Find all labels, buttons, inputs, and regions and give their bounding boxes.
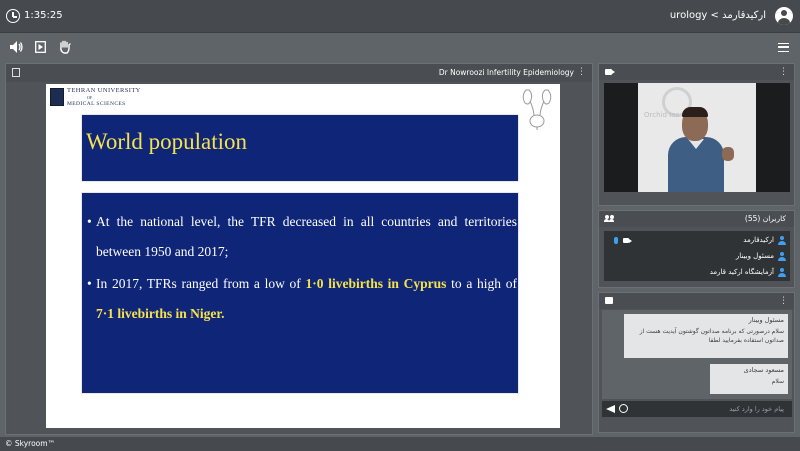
urology-kidney-icon — [522, 89, 552, 130]
video-camera-icon — [605, 69, 615, 75]
user-account-icon[interactable] — [775, 7, 793, 25]
message-sender: مسئول وبینار — [748, 316, 784, 324]
raise-hand-icon[interactable] — [59, 40, 71, 54]
users-panel: کاربران (55) ارکیدقارمد مسئول وبینار آزم… — [598, 210, 795, 288]
speaker-icon[interactable] — [10, 41, 23, 53]
chat-messages[interactable]: مسئول وبینار سلام درصورتی که برنامه صدات… — [602, 310, 792, 399]
session-timer: 1:35:25 — [24, 10, 63, 21]
clock-icon — [6, 9, 20, 23]
toolbar — [0, 34, 800, 62]
chat-panel: ⋮ مسئول وبینار سلام درصورتی که برنامه صد… — [598, 292, 795, 433]
wall-text: Orchid Ins — [644, 111, 680, 119]
video-panel: ⋮ Orchid Ins — [598, 63, 795, 206]
presentation-panel: Dr Nowroozi Infertility Epidemiology ⋮ T… — [5, 63, 593, 435]
message-text: سلام درصورتی که برنامه صداتون گوشتون آید… — [639, 328, 784, 344]
users-header: کاربران (55) — [599, 211, 794, 227]
user-icon — [778, 252, 786, 261]
message-sender: مسعود سجادی — [743, 366, 784, 374]
user-icon — [778, 236, 786, 245]
slide: TEHRAN UNIVERSITY OF MEDICAL SCIENCES Wo… — [46, 84, 560, 428]
slide-title: World population — [86, 129, 248, 154]
video-header: ⋮ — [599, 64, 794, 80]
message-text: سلام — [771, 378, 784, 385]
top-bar: 1:35:25 urology < ارکیدقارمد — [0, 0, 800, 33]
user-row[interactable]: ارکیدقارمد — [604, 233, 790, 249]
slide-bullet-list: • At the national level, the TFR decrease… — [87, 207, 517, 329]
user-row[interactable]: مسئول وبینار — [604, 249, 790, 265]
slide-body-box: • At the national level, the TFR decrease… — [81, 192, 519, 394]
chat-message: مسئول وبینار سلام درصورتی که برنامه صدات… — [624, 314, 788, 358]
user-row[interactable]: آزمایشگاه ارکید قارمد — [604, 265, 790, 281]
emoji-icon[interactable] — [619, 404, 628, 413]
presentation-header: Dr Nowroozi Infertility Epidemiology ⋮ — [6, 64, 592, 82]
chat-header: ⋮ — [599, 293, 794, 309]
microphone-icon — [614, 237, 618, 244]
highlight-cyprus: 1·0 livebirths in Cyprus — [305, 276, 447, 291]
users-icon — [604, 215, 614, 223]
fullscreen-icon[interactable] — [12, 68, 20, 77]
footer: © Skyroom™ — [0, 437, 800, 451]
camera-icon — [623, 238, 632, 243]
university-logo-icon — [50, 88, 64, 106]
more-options-icon[interactable]: ⋮ — [577, 67, 586, 77]
more-options-icon[interactable]: ⋮ — [779, 296, 788, 306]
more-options-icon[interactable]: ⋮ — [779, 67, 788, 77]
presentation-title: Dr Nowroozi Infertility Epidemiology — [438, 68, 574, 77]
users-list: ارکیدقارمد مسئول وبینار آزمایشگاه ارکید … — [604, 231, 790, 281]
menu-icon[interactable] — [778, 43, 789, 52]
user-icon — [778, 268, 786, 277]
slide-bullet: • In 2017, TFRs ranged from a low of 1·0 … — [87, 276, 517, 321]
media-play-icon[interactable] — [35, 41, 46, 53]
chat-message: مسعود سجادی سلام — [710, 364, 788, 394]
brand-label: © Skyroom™ — [5, 439, 56, 448]
users-title: کاربران (55) — [744, 214, 786, 223]
university-name: TEHRAN UNIVERSITY OF MEDICAL SCIENCES — [67, 87, 141, 107]
slide-title-box: World population — [81, 114, 519, 182]
send-icon[interactable] — [606, 405, 615, 413]
room-path: urology < ارکیدقارمد — [669, 10, 766, 21]
chat-input-bar: پیام خود را وارد کنید — [602, 401, 792, 417]
video-feed[interactable]: Orchid Ins — [604, 83, 790, 192]
highlight-niger: 7·1 livebirths in Niger. — [96, 306, 225, 321]
chat-input[interactable]: پیام خود را وارد کنید — [729, 405, 784, 413]
slide-bullet: • At the national level, the TFR decrease… — [87, 214, 517, 259]
chat-icon — [605, 297, 613, 304]
